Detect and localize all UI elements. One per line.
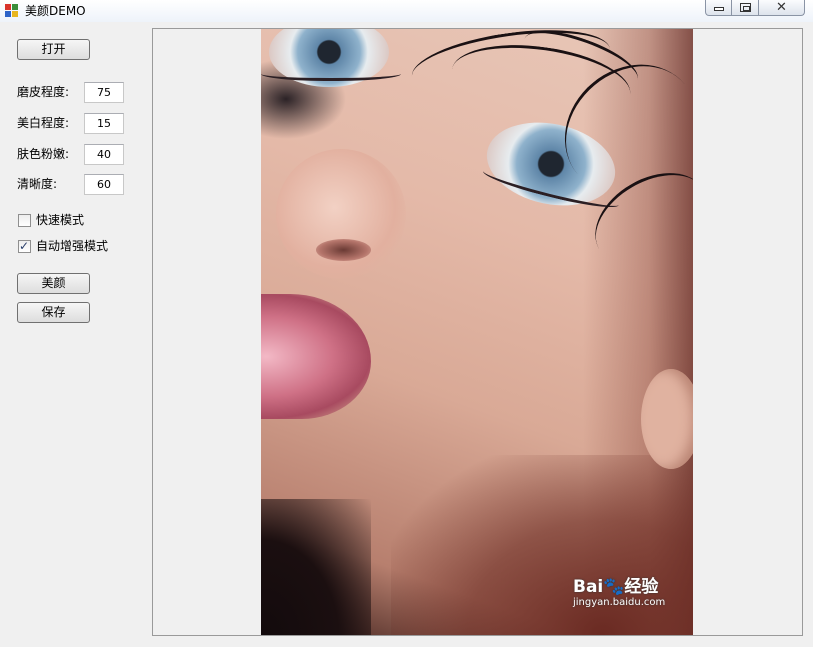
app-icon	[5, 4, 19, 18]
whiten-level-input[interactable]	[84, 113, 124, 134]
dark-corner	[261, 499, 371, 635]
pink-level-input[interactable]	[84, 144, 124, 165]
minimize-icon	[714, 7, 724, 11]
pink-label: 肤色粉嫩:	[17, 147, 70, 161]
ear	[641, 369, 693, 469]
nostril	[316, 239, 371, 261]
window-title: 美颜DEMO	[25, 4, 86, 18]
checkbox-box[interactable]: ✓	[18, 238, 31, 253]
title-bar: 美颜DEMO ✕	[0, 0, 813, 22]
open-button[interactable]: 打开	[17, 39, 90, 60]
restore-icon	[740, 3, 751, 12]
face-photo: Bai🐾经验 jingyan.baidu.com	[261, 29, 693, 635]
watermark-logo: Bai🐾经验	[573, 577, 659, 597]
checkbox-box[interactable]	[18, 213, 31, 227]
whiten-label: 美白程度:	[17, 116, 70, 130]
close-icon: ✕	[776, 0, 787, 15]
close-button[interactable]: ✕	[759, 0, 805, 16]
sharpness-input[interactable]	[84, 174, 124, 195]
window-controls: ✕	[705, 0, 805, 16]
picture-box: Bai🐾经验 jingyan.baidu.com	[152, 28, 803, 636]
save-button[interactable]: 保存	[17, 302, 90, 323]
left-lash	[261, 67, 401, 81]
beautify-button[interactable]: 美颜	[17, 273, 90, 294]
smooth-label: 磨皮程度:	[17, 85, 70, 99]
auto-enhance-checkbox[interactable]: ✓ 自动增强模式	[18, 238, 108, 254]
fast-mode-checkbox[interactable]: 快速模式	[18, 212, 84, 228]
auto-enhance-label: 自动增强模式	[36, 239, 109, 253]
sharpness-label: 清晰度:	[17, 177, 58, 191]
fast-mode-label: 快速模式	[36, 213, 85, 227]
watermark: Bai🐾经验 jingyan.baidu.com	[573, 577, 665, 609]
lips	[261, 294, 371, 419]
maximize-button[interactable]	[732, 0, 759, 16]
smooth-level-input[interactable]	[84, 82, 124, 103]
minimize-button[interactable]	[705, 0, 732, 16]
watermark-url: jingyan.baidu.com	[573, 597, 666, 608]
check-icon: ✓	[19, 238, 30, 253]
